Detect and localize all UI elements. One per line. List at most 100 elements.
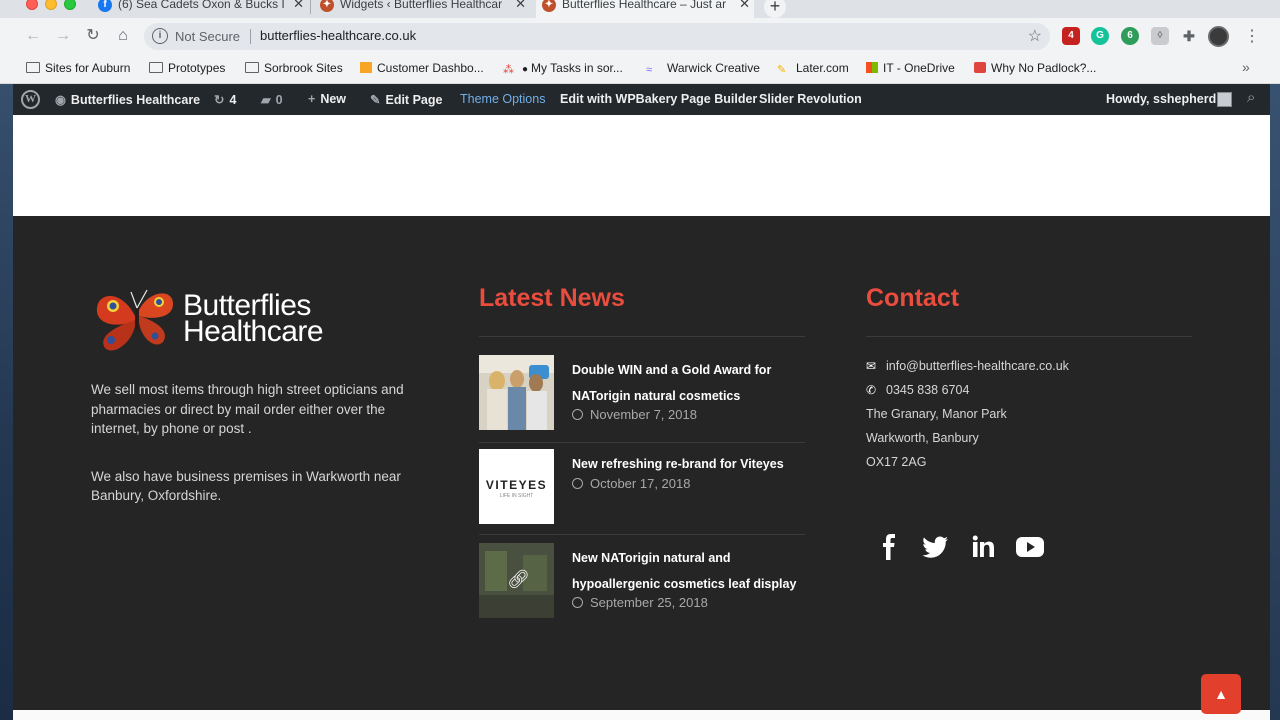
wp-updates[interactable]: ↻ 4 <box>214 92 236 107</box>
scroll-to-top-button[interactable]: ▲ <box>1201 674 1241 714</box>
bookmark-my-tasks[interactable]: ⁂ ● My Tasks in sor... <box>503 61 623 76</box>
address-divider <box>250 29 251 44</box>
comment-icon: ▰ <box>261 93 271 107</box>
extension-grammarly-icon[interactable]: G <box>1091 27 1109 45</box>
extension-mail-icon[interactable]: 4 <box>1062 27 1080 45</box>
address-bar[interactable]: i Not Secure butterflies-healthcare.co.u… <box>144 23 1050 50</box>
search-icon[interactable]: ⌕ <box>1247 89 1255 106</box>
bookmark-customer-dashboard[interactable]: Customer Dashbo... <box>360 61 484 75</box>
bookmark-why-no-padlock[interactable]: Why No Padlock?... <box>974 61 1096 75</box>
back-icon[interactable]: ← <box>23 26 43 46</box>
news-thumbnail[interactable]: VITEYES LIFE IN SIGHT <box>479 449 554 524</box>
home-icon[interactable]: ⌂ <box>113 26 133 46</box>
tab-strip: f (6) Sea Cadets Oxon & Bucks I ✕ ✦ Widg… <box>0 0 1280 18</box>
wp-new[interactable]: + New <box>308 92 346 106</box>
news-title-link[interactable]: New refreshing re-brand for Viteyes <box>572 451 804 477</box>
wp-theme-options[interactable]: Theme Options <box>460 92 545 106</box>
dashboard-icon <box>360 62 372 73</box>
bookmark-prototypes[interactable]: Prototypes <box>149 61 225 75</box>
divider <box>479 534 805 535</box>
wordpress-icon[interactable]: W <box>21 90 40 109</box>
reload-icon[interactable]: ↻ <box>83 26 103 46</box>
chevron-up-icon: ▲ <box>1214 686 1228 702</box>
bookmark-later[interactable]: ✎ Later.com <box>777 61 849 76</box>
clock-icon <box>572 409 583 420</box>
bookmark-star-icon[interactable]: ☆ <box>1028 26 1042 46</box>
wp-comments[interactable]: ▰ 0 <box>261 92 283 107</box>
bookmark-it-onedrive[interactable]: IT - OneDrive <box>866 61 955 75</box>
padlock-icon <box>974 62 986 73</box>
extension-generic-icon[interactable]: ◊ <box>1151 27 1169 45</box>
twitter-icon[interactable] <box>921 534 951 560</box>
wp-slider-revolution[interactable]: Slider Revolution <box>759 92 862 106</box>
bookmark-sorbrook-sites[interactable]: Sorbrook Sites <box>245 61 343 75</box>
new-tab-button[interactable]: + <box>764 0 786 18</box>
footer-bottom-strip <box>13 710 1270 720</box>
updates-icon: ↻ <box>214 93 225 107</box>
news-thumbnail[interactable] <box>479 355 554 430</box>
news-date: October 17, 2018 <box>572 476 690 491</box>
later-icon: ✎ <box>777 64 787 76</box>
news-title-link[interactable]: Double WIN and a Gold Award for NATorigi… <box>572 357 804 409</box>
dot-icon: ● <box>522 64 529 75</box>
wp-site-link[interactable]: ◉ Butterflies Healthcare <box>55 92 200 107</box>
link-icon[interactable]: 🔗︎ <box>507 569 530 590</box>
wave-icon: ≈ <box>646 64 653 76</box>
facebook-icon[interactable] <box>875 534 905 560</box>
contact-heading: Contact <box>866 284 960 312</box>
tab-widgets[interactable]: ✦ Widgets ‹ Butterflies Healthcar ✕ <box>314 0 530 18</box>
clock-icon <box>572 478 583 489</box>
microsoft-icon <box>866 62 878 73</box>
award-photo-image <box>479 355 554 430</box>
contact-address-line: OX17 2AG <box>866 455 927 469</box>
about-paragraph: We also have business premises in Warkwo… <box>91 468 401 504</box>
contact-phone[interactable]: ✆ 0345 838 6704 <box>866 383 969 397</box>
news-date: November 7, 2018 <box>572 407 697 422</box>
site-footer: Butterflies Healthcare We sell most item… <box>13 216 1270 710</box>
latest-news-heading: Latest News <box>479 284 625 312</box>
butterfly-logo-icon <box>96 289 173 351</box>
url-text[interactable]: butterflies-healthcare.co.uk <box>260 28 416 43</box>
wp-wpbakery[interactable]: Edit with WPBakery Page Builder <box>560 92 757 106</box>
bookmarks-bar: Sites for Auburn Prototypes Sorbrook Sit… <box>0 54 1280 84</box>
pencil-icon: ✎ <box>370 93 381 107</box>
zoom-window-button[interactable] <box>64 0 76 10</box>
wp-admin-bar: W ◉ Butterflies Healthcare ↻ 4 ▰ 0 + New ✎ Ed… <box>13 84 1270 115</box>
divider <box>866 336 1192 337</box>
extensions-puzzle-icon[interactable]: ✚ <box>1180 27 1198 45</box>
tab-close-icon[interactable]: ✕ <box>739 0 750 12</box>
youtube-icon[interactable] <box>1014 534 1046 560</box>
contact-address-line: Warkworth, Banbury <box>866 431 979 445</box>
clock-icon <box>572 597 583 608</box>
butterfly-icon: ✦ <box>542 0 556 12</box>
extension-badge-icon[interactable]: 6 <box>1121 27 1139 45</box>
profile-avatar[interactable] <box>1208 26 1229 47</box>
wp-howdy[interactable]: Howdy, sshepherd <box>1106 92 1216 106</box>
avatar[interactable] <box>1217 92 1232 107</box>
folder-icon <box>245 62 259 73</box>
desktop-edge <box>1270 0 1280 720</box>
tab-butterflies-active[interactable]: ✦ Butterflies Healthcare – Just ar ✕ <box>536 0 754 18</box>
tab-divider <box>310 0 311 14</box>
close-window-button[interactable] <box>26 0 38 10</box>
security-label: Not Secure <box>175 29 241 44</box>
bookmark-sites-for-auburn[interactable]: Sites for Auburn <box>26 61 130 75</box>
forward-icon[interactable]: → <box>53 26 73 46</box>
tab-sea-cadets[interactable]: f (6) Sea Cadets Oxon & Bucks I ✕ <box>92 0 308 18</box>
viteyes-logo-text: VITEYES <box>485 478 548 492</box>
contact-address-line: The Granary, Manor Park <box>866 407 1007 421</box>
tab-close-icon[interactable]: ✕ <box>515 0 526 12</box>
news-thumbnail[interactable]: 🔗︎ <box>479 543 554 618</box>
minimize-window-button[interactable] <box>45 0 57 10</box>
info-icon[interactable]: i <box>152 28 168 44</box>
more-bookmarks-icon[interactable]: » <box>1242 59 1250 75</box>
viteyes-tagline: LIFE IN SIGHT <box>499 493 534 499</box>
site-logo[interactable]: Butterflies Healthcare <box>91 286 351 356</box>
wp-edit-page[interactable]: ✎ Edit Page <box>370 92 442 107</box>
linkedin-icon[interactable] <box>968 534 998 560</box>
bookmark-warwick-creative[interactable]: ≈ Warwick Creative <box>646 61 760 76</box>
menu-kebab-icon[interactable]: ⋮ <box>1244 26 1260 46</box>
tab-close-icon[interactable]: ✕ <box>293 0 304 12</box>
news-title-link[interactable]: New NATorigin natural and hypoallergenic… <box>572 545 804 597</box>
contact-email[interactable]: ✉ info@butterflies-healthcare.co.uk <box>866 359 1069 373</box>
